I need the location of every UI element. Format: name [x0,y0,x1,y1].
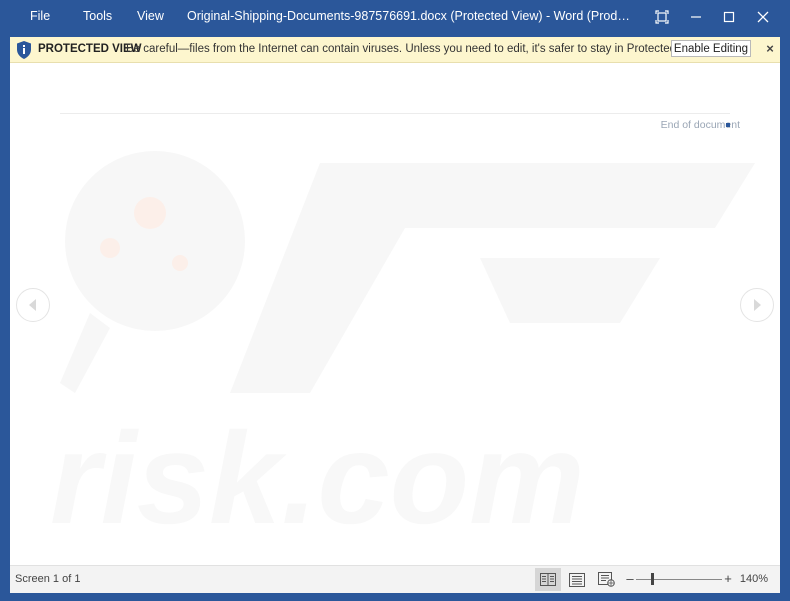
read-mode-icon[interactable] [535,568,561,591]
page-divider [60,113,730,114]
watermark-logo: risk.com [50,151,755,551]
zoom-out-button[interactable]: – [625,566,635,592]
shield-info-icon [15,40,33,60]
end-of-document-marker [726,123,730,127]
zoom-slider-track[interactable] [636,579,722,580]
maximize-icon[interactable] [713,6,745,28]
screen-counter: Screen 1 of 1 [15,573,81,585]
menu-view[interactable]: View [137,0,164,36]
protected-view-message: Be careful—files from the Internet can c… [126,43,707,55]
print-layout-icon[interactable] [564,568,590,591]
zoom-slider-thumb[interactable] [651,573,654,585]
svg-text:risk.com: risk.com [50,405,585,551]
title-bar: File Tools View Original-Shipping-Docume… [0,0,790,36]
chevron-left-icon[interactable] [16,288,50,322]
enable-editing-button[interactable]: Enable Editing [671,40,751,57]
zoom-in-button[interactable]: + [723,566,733,592]
zoom-level[interactable]: 140% [738,566,768,593]
web-layout-icon[interactable] [593,568,619,591]
protected-view-bar: PROTECTED VIEW Be careful—files from the… [10,37,780,63]
close-bar-icon[interactable]: × [763,41,777,57]
full-screen-icon[interactable] [646,6,678,28]
document-area[interactable]: risk.com End of document [10,63,780,565]
close-icon[interactable] [747,6,779,28]
window-title: Original-Shipping-Documents-987576691.do… [187,9,632,23]
menu-tools[interactable]: Tools [83,0,112,36]
minimize-icon[interactable] [680,6,712,28]
end-of-document-label: End of document [660,119,740,131]
status-bar: Screen 1 of 1 – + 140% [10,565,780,593]
menu-file[interactable]: File [30,0,50,36]
chevron-right-icon[interactable] [740,288,774,322]
